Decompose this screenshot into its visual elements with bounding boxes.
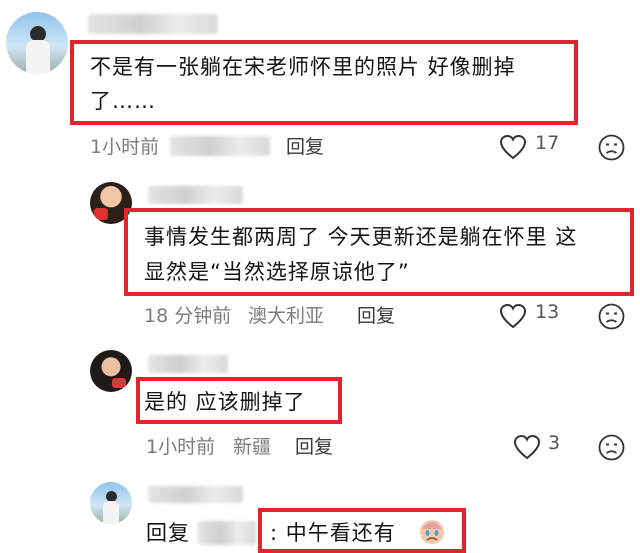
comment-text-line2: 了…… (90, 89, 156, 113)
avatar[interactable] (90, 350, 132, 392)
comment-time: 18 分钟前 (144, 305, 232, 327)
heart-icon[interactable] (499, 303, 527, 329)
heart-icon[interactable] (513, 434, 541, 460)
comment-text: 事情发生都两周了 今天更新还是躺在怀里 这 (144, 225, 578, 249)
username-blurred[interactable] (148, 355, 228, 373)
comment-text-line2: 显然是“当然选择原谅他了” (144, 260, 410, 284)
comment-text: 是的 应该删掉了 (144, 390, 306, 414)
avatar[interactable] (90, 482, 132, 524)
mention-blurred (198, 521, 256, 545)
location-blurred (170, 136, 270, 156)
heart-icon[interactable] (499, 134, 527, 160)
comment-text: 不是有一张躺在宋老师怀里的照片 好像删掉 (90, 55, 516, 79)
comment-text: : 中午看还有 (270, 521, 396, 545)
reply-button[interactable]: 回复 (295, 432, 333, 459)
reply-button[interactable]: 回复 (357, 301, 395, 328)
sad-face-icon[interactable] (598, 434, 625, 461)
sad-face-icon[interactable] (598, 134, 625, 161)
like-count: 3 (548, 432, 561, 454)
username-blurred[interactable] (148, 486, 243, 503)
avatar[interactable] (6, 12, 68, 74)
comment-time: 1小时前 (90, 136, 160, 158)
comment-location: 新疆 (233, 436, 272, 458)
reply-button[interactable]: 回复 (286, 132, 324, 159)
like-count: 13 (535, 301, 560, 323)
username-blurred[interactable] (88, 14, 218, 34)
sad-face-icon[interactable] (598, 303, 625, 330)
comment-time: 1小时前 (146, 436, 216, 458)
reply-prefix: 回复 (146, 521, 190, 545)
like-count: 17 (535, 132, 560, 154)
username-blurred[interactable] (148, 186, 243, 204)
comment-location: 澳大利亚 (248, 305, 325, 327)
emoji-icon (418, 517, 446, 545)
